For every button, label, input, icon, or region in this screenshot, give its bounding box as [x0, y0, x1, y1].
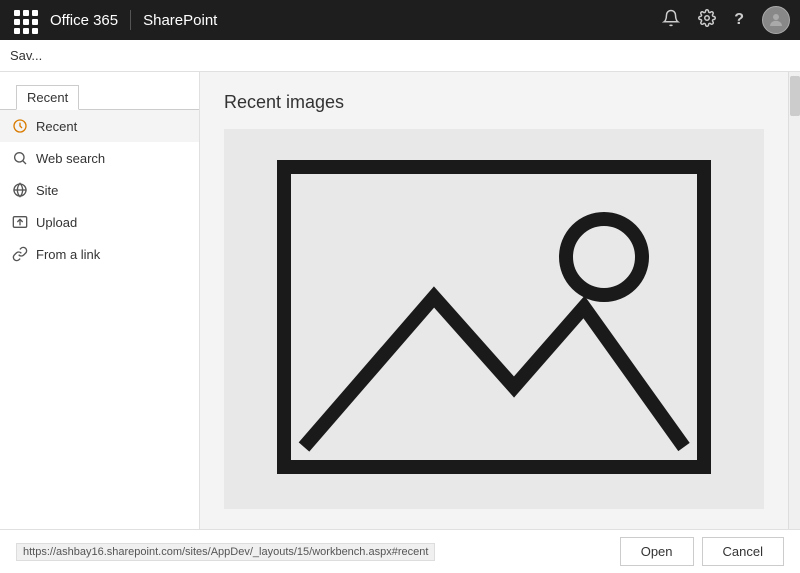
sidebar-item-web-search[interactable]: Web search	[0, 142, 199, 174]
site-icon	[12, 182, 28, 198]
app-name: SharePoint	[143, 12, 217, 29]
search-icon	[12, 150, 28, 166]
gear-icon[interactable]	[698, 9, 716, 32]
divider	[130, 10, 131, 30]
top-bar-right: ?	[662, 6, 790, 34]
sidebar-tab-recent[interactable]: Recent	[16, 85, 79, 110]
top-bar: Office 365 SharePoint ?	[0, 0, 800, 40]
link-icon	[12, 246, 28, 262]
sidebar-item-from-link[interactable]: From a link	[0, 238, 199, 270]
sidebar-label-recent: Recent	[36, 119, 77, 134]
dialog-area: Recent Recent	[0, 72, 800, 529]
scrollbar-track[interactable]	[788, 72, 800, 529]
image-placeholder	[274, 157, 714, 482]
toolbar-save[interactable]: Sav...	[10, 48, 42, 63]
recent-icon	[12, 118, 28, 134]
sidebar-item-site[interactable]: Site	[0, 174, 199, 206]
main-content: Recent images	[200, 72, 788, 529]
image-placeholder-area	[224, 129, 764, 509]
sidebar-item-upload[interactable]: Upload	[0, 206, 199, 238]
bell-icon[interactable]	[662, 9, 680, 32]
sidebar-label-web-search: Web search	[36, 151, 105, 166]
toolbar-strip: Sav...	[0, 40, 800, 72]
page-area: Sav... Recent Recent	[0, 40, 800, 573]
sidebar-label-from-link: From a link	[36, 247, 100, 262]
sidebar: Recent Recent	[0, 72, 200, 529]
bottom-buttons: Open Cancel	[620, 537, 784, 566]
status-url: https://ashbay16.sharepoint.com/sites/Ap…	[16, 543, 435, 561]
sidebar-item-recent[interactable]: Recent	[0, 110, 199, 142]
scrollbar-thumb[interactable]	[790, 76, 800, 116]
open-button[interactable]: Open	[620, 537, 694, 566]
waffle-icon[interactable]	[10, 6, 38, 34]
sidebar-label-upload: Upload	[36, 215, 77, 230]
sidebar-label-site: Site	[36, 183, 58, 198]
user-avatar[interactable]	[762, 6, 790, 34]
help-icon[interactable]: ?	[734, 11, 744, 29]
bottom-bar: https://ashbay16.sharepoint.com/sites/Ap…	[0, 529, 800, 573]
cancel-button[interactable]: Cancel	[702, 537, 784, 566]
app-title: Office 365	[50, 12, 118, 29]
main-title: Recent images	[224, 92, 764, 113]
upload-icon	[12, 214, 28, 230]
